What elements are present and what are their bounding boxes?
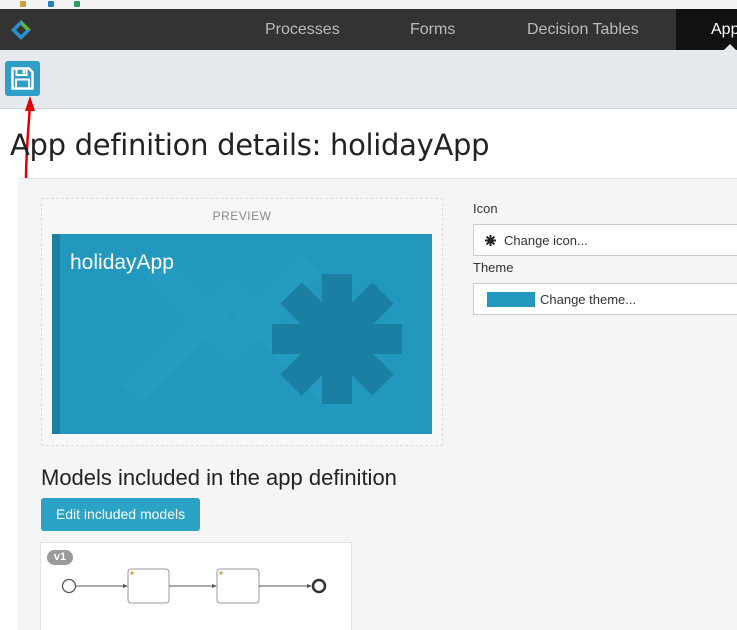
bookmark-icon[interactable] — [20, 1, 26, 7]
models-section-title: Models included in the app definition — [41, 465, 397, 490]
page-title: App definition details: holidayApp — [10, 128, 490, 162]
toolbar — [0, 50, 737, 109]
change-theme-text: Change theme... — [540, 292, 637, 307]
app-logo-icon[interactable] — [11, 20, 31, 40]
change-icon-text: Change icon... — [504, 233, 588, 248]
change-icon-button[interactable]: Change icon... — [473, 224, 737, 256]
change-theme-button[interactable]: Change theme... — [473, 283, 737, 315]
model-card[interactable]: v1 — [40, 542, 352, 630]
asterisk-icon — [272, 274, 402, 404]
theme-field-label: Theme — [473, 260, 514, 275]
process-diagram-thumbnail — [61, 568, 327, 604]
bookmark-icon[interactable] — [48, 1, 54, 7]
nav-item-apps[interactable]: Apps — [676, 9, 737, 50]
nav-item-processes[interactable]: Processes — [265, 9, 340, 50]
theme-color-swatch — [487, 292, 535, 307]
icon-field-label: Icon — [473, 201, 498, 216]
tile-edge-bar — [52, 234, 60, 434]
asterisk-icon — [485, 235, 496, 246]
floppy-disk-icon — [11, 67, 34, 90]
app-tile-name: holidayApp — [70, 251, 174, 274]
bookmark-icon[interactable] — [74, 1, 80, 7]
browser-bookmarks-strip — [0, 0, 737, 9]
preview-label: PREVIEW — [212, 209, 272, 223]
nav-item-decision-tables[interactable]: Decision Tables — [527, 9, 639, 50]
save-button[interactable] — [5, 61, 40, 96]
edit-included-models-button[interactable]: Edit included models — [41, 498, 200, 531]
app-tile-preview: holidayApp — [52, 234, 432, 434]
top-navbar: Processes Forms Decision Tables Apps — [0, 9, 737, 50]
app-preview: PREVIEW holidayApp — [41, 198, 443, 446]
nav-item-forms[interactable]: Forms — [410, 9, 455, 50]
